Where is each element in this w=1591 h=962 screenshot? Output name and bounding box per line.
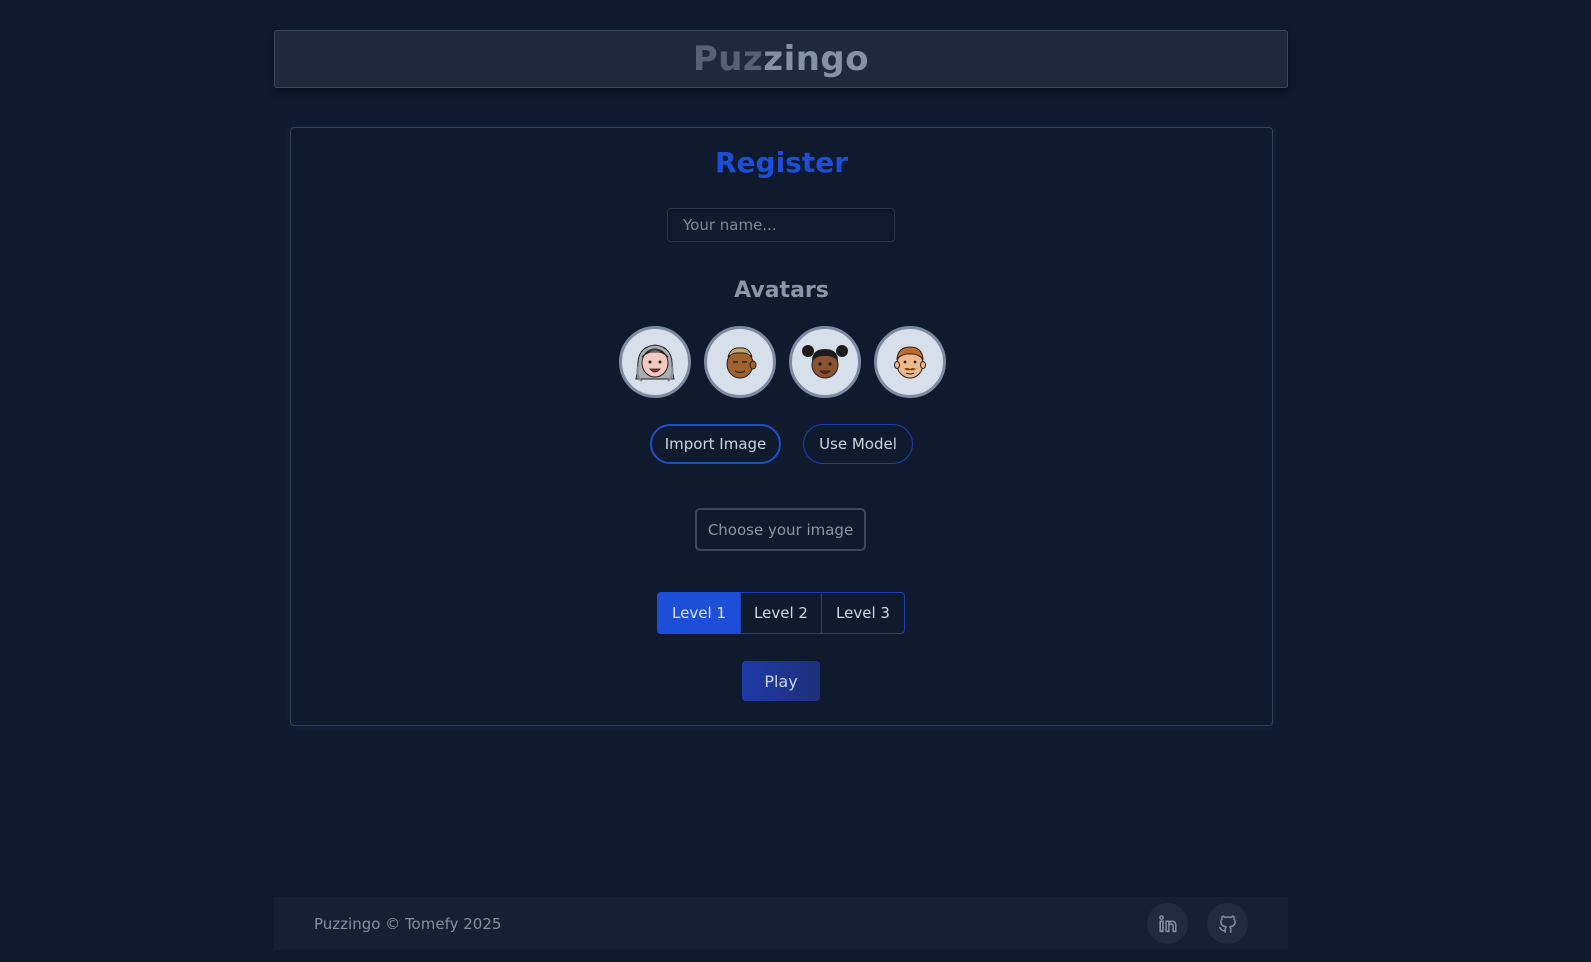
avatar-list	[619, 326, 947, 398]
choose-image-button[interactable]: Choose your image	[695, 508, 866, 551]
level-1-button[interactable]: Level 1	[657, 592, 741, 634]
mustache-man-avatar-icon	[894, 346, 926, 379]
gray-haired-woman-avatar-icon	[635, 344, 675, 382]
level-3-button[interactable]: Level 3	[821, 592, 905, 634]
linkedin-link[interactable]	[1147, 903, 1188, 944]
avatar-option-1[interactable]	[619, 326, 691, 398]
github-link[interactable]	[1207, 903, 1248, 944]
footer-copyright: Puzzingo © Tomefy 2025	[314, 914, 502, 933]
avatar-option-3[interactable]	[789, 326, 861, 398]
import-image-button[interactable]: Import Image	[650, 424, 781, 464]
name-input[interactable]	[667, 208, 895, 242]
github-icon	[1218, 914, 1236, 933]
logo-part-1: Puz	[692, 39, 764, 79]
play-button[interactable]: Play	[742, 661, 820, 701]
brown-boy-avatar-icon	[726, 347, 757, 379]
app-footer: Puzzingo © Tomefy 2025	[274, 897, 1288, 950]
register-card: Register Avatars	[290, 127, 1273, 726]
linkedin-icon	[1158, 914, 1177, 932]
avatars-title: Avatars	[734, 278, 829, 303]
avatar-option-4[interactable]	[874, 326, 946, 398]
register-title: Register	[714, 146, 849, 179]
app-logo[interactable]: Puzzingo	[693, 39, 869, 79]
avatar-option-2[interactable]	[704, 326, 776, 398]
app-header: Puzzingo	[274, 30, 1288, 88]
level-2-button[interactable]: Level 2	[740, 592, 822, 634]
use-model-button[interactable]: Use Model	[803, 424, 913, 464]
pigtails-girl-avatar-icon	[802, 345, 848, 379]
level-selector: Level 1 Level 2 Level 3	[657, 592, 905, 634]
logo-part-2: zingo	[763, 39, 870, 79]
